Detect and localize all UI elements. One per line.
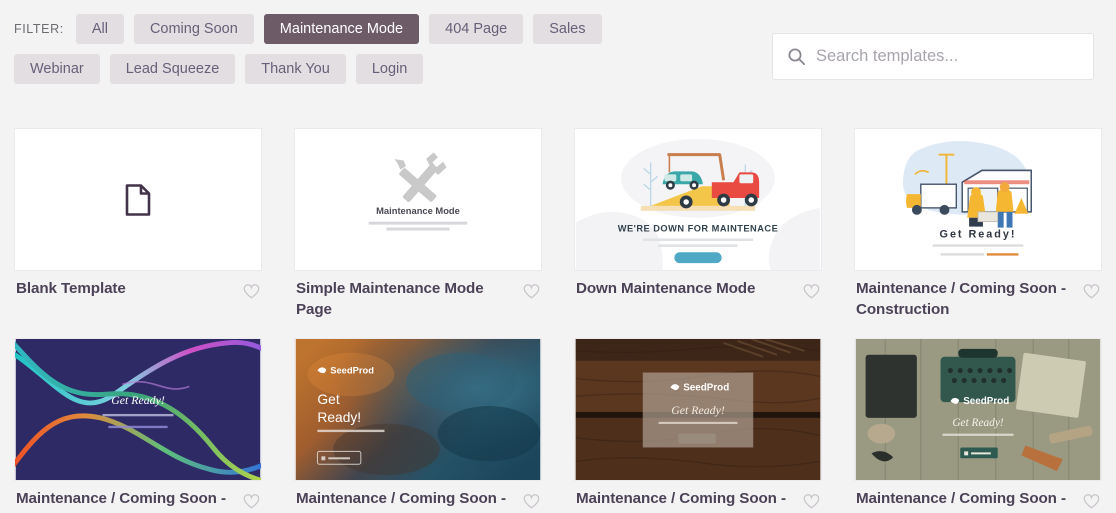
template-card[interactable]: SeedProd Get Ready! Maintenance / Coming…: [574, 338, 822, 513]
down-maintenance-preview: WE'RE DOWN FOR MAINTENACE: [575, 129, 821, 270]
filter-label: FILTER:: [14, 22, 64, 36]
svg-text:Get: Get: [317, 392, 339, 407]
filter-chip-maintenance-mode[interactable]: Maintenance Mode: [263, 14, 420, 44]
svg-text:Ready!: Ready!: [317, 410, 361, 425]
card-footer: Maintenance / Coming Soon - Construction: [854, 271, 1102, 320]
template-card[interactable]: WE'RE DOWN FOR MAINTENACE Down Maintenan…: [574, 128, 822, 320]
filter-chip-404-page[interactable]: 404 Page: [429, 14, 524, 44]
filter-bar: FILTER: All Coming Soon Maintenance Mode…: [0, 0, 1116, 112]
template-thumbnail-blank[interactable]: [14, 128, 262, 271]
template-title: Simple Maintenance Mode Page: [296, 280, 484, 318]
svg-text:SeedProd: SeedProd: [963, 396, 1009, 407]
threads-preview: Get Ready!: [15, 339, 261, 481]
card-footer: Down Maintenance Mode: [574, 271, 822, 300]
simple-maintenance-preview: Maintenance Mode: [295, 129, 541, 270]
template-card[interactable]: SeedProd Get Ready! Maintenance / Coming…: [294, 338, 542, 513]
blank-preview: [15, 129, 261, 270]
template-title: Down Maintenance Mode: [576, 280, 756, 297]
card-footer: Maintenance / Coming Soon - Wood: [574, 481, 822, 513]
favorite-heart-icon[interactable]: [243, 493, 260, 510]
svg-text:SeedProd: SeedProd: [330, 366, 374, 376]
typewriter-desk-preview: SeedProd Get Ready!: [855, 339, 1101, 481]
card-footer: Maintenance / Coming Soon -: [854, 481, 1102, 510]
svg-text:Maintenance Mode: Maintenance Mode: [376, 206, 460, 216]
template-title: Maintenance / Coming Soon - Wood: [576, 490, 786, 513]
filter-chip-lead-squeeze[interactable]: Lead Squeeze: [109, 54, 236, 84]
favorite-heart-icon[interactable]: [523, 493, 540, 510]
filter-chip-sales[interactable]: Sales: [533, 14, 602, 44]
search-icon: [788, 48, 806, 66]
filter-row-1: FILTER: All Coming Soon Maintenance Mode…: [14, 14, 774, 44]
svg-text:Get Ready!: Get Ready!: [111, 393, 165, 407]
blank-document-icon: [125, 183, 151, 216]
template-thumbnail-wood[interactable]: SeedProd Get Ready!: [574, 338, 822, 482]
filter-chip-rows: FILTER: All Coming Soon Maintenance Mode…: [14, 14, 774, 94]
template-thumbnail-construction[interactable]: Get Ready!: [854, 128, 1102, 271]
template-thumbnail-clouds[interactable]: SeedProd Get Ready!: [294, 338, 542, 482]
card-footer: Maintenance / Coming Soon -: [294, 481, 542, 510]
template-card[interactable]: Get Ready! Maintenance / Coming Soon - C…: [854, 128, 1102, 320]
template-library: FILTER: All Coming Soon Maintenance Mode…: [0, 0, 1116, 513]
template-card[interactable]: SeedProd Get Ready! Maintenance / Coming…: [854, 338, 1102, 513]
card-footer: Maintenance / Coming Soon - Threads: [14, 481, 262, 513]
template-thumbnail-simple-maintenance[interactable]: Maintenance Mode: [294, 128, 542, 271]
search-box[interactable]: [772, 33, 1094, 80]
template-title: Maintenance / Coming Soon - Construction: [856, 280, 1066, 318]
filter-chip-all[interactable]: All: [75, 14, 124, 44]
clouds-sunset-preview: SeedProd Get Ready!: [295, 339, 541, 481]
template-thumbnail-down-maintenance[interactable]: WE'RE DOWN FOR MAINTENACE: [574, 128, 822, 271]
template-grid: Blank Template Maintenance Mode Simple M…: [14, 128, 1104, 513]
wood-planks-preview: SeedProd Get Ready!: [575, 339, 821, 481]
svg-text:Get Ready!: Get Ready!: [940, 228, 1017, 240]
svg-text:SeedProd: SeedProd: [683, 382, 729, 393]
template-thumbnail-threads[interactable]: Get Ready!: [14, 338, 262, 482]
filter-chip-login[interactable]: Login: [355, 54, 424, 84]
filter-chip-coming-soon[interactable]: Coming Soon: [133, 14, 254, 44]
construction-preview: Get Ready!: [855, 129, 1101, 270]
favorite-heart-icon[interactable]: [803, 283, 820, 300]
template-thumbnail-typewriter[interactable]: SeedProd Get Ready!: [854, 338, 1102, 482]
search-input[interactable]: [816, 47, 1079, 66]
card-footer: Blank Template: [14, 271, 262, 300]
filter-chip-webinar[interactable]: Webinar: [14, 54, 100, 84]
favorite-heart-icon[interactable]: [1083, 493, 1100, 510]
template-card[interactable]: Blank Template: [14, 128, 262, 320]
filter-chip-thank-you[interactable]: Thank You: [245, 54, 346, 84]
template-title: Maintenance / Coming Soon -: [296, 490, 506, 508]
template-title: Maintenance / Coming Soon -: [856, 490, 1066, 508]
filter-row-2: Webinar Lead Squeeze Thank You Login: [14, 54, 774, 84]
template-title: Blank Template: [16, 280, 126, 297]
favorite-heart-icon[interactable]: [523, 283, 540, 300]
svg-text:Get Ready!: Get Ready!: [952, 417, 1003, 429]
favorite-heart-icon[interactable]: [243, 283, 260, 300]
favorite-heart-icon[interactable]: [1083, 283, 1100, 300]
favorite-heart-icon[interactable]: [803, 493, 820, 510]
template-title: Maintenance / Coming Soon - Threads: [16, 490, 226, 513]
template-card[interactable]: Maintenance Mode Simple Maintenance Mode…: [294, 128, 542, 320]
template-card[interactable]: Get Ready! Maintenance / Coming Soon - T…: [14, 338, 262, 513]
svg-text:WE'RE DOWN FOR MAINTENACE: WE'RE DOWN FOR MAINTENACE: [618, 224, 778, 234]
card-footer: Simple Maintenance Mode Page: [294, 271, 542, 320]
svg-text:Get Ready!: Get Ready!: [671, 403, 725, 417]
